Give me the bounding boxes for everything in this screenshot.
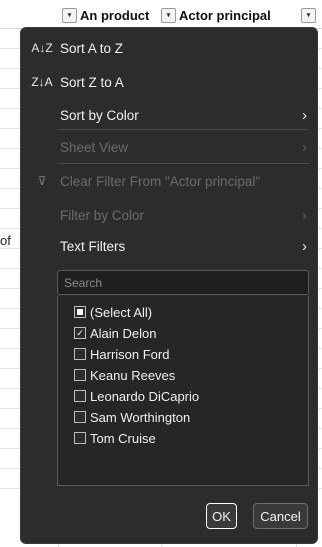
list-item[interactable]: Tom Cruise: [74, 428, 156, 448]
search-input[interactable]: Search: [57, 270, 309, 295]
list-item-label: Alain Delon: [90, 325, 157, 341]
menu-item-label: Filter by Color: [60, 207, 145, 223]
list-item[interactable]: ✓ Alain Delon: [74, 323, 157, 343]
filter-dropdown-icon[interactable]: ▾: [161, 7, 176, 23]
chevron-right-icon: ›: [302, 206, 307, 224]
list-item[interactable]: Keanu Reeves: [74, 365, 175, 385]
text-filters-item[interactable]: Text Filters ›: [21, 229, 317, 263]
checkbox-icon[interactable]: [74, 390, 86, 402]
list-item[interactable]: Sam Worthington: [74, 407, 190, 427]
list-item-label: Sam Worthington: [90, 409, 191, 425]
menu-item-label: Sheet View: [60, 139, 129, 155]
list-item-label: Tom Cruise: [90, 430, 156, 446]
list-item-label: Leonardo DiCaprio: [90, 388, 200, 404]
filter-dropdown-active-icon[interactable]: ▾: [301, 7, 316, 23]
column-header-next[interactable]: ▾: [301, 6, 319, 24]
select-all-item[interactable]: (Select All): [74, 302, 152, 322]
sort-az-icon: A↓Z: [31, 41, 53, 55]
clear-filter-item: ⊽ Clear Filter From "Actor principal": [21, 164, 317, 198]
sort-by-color-item[interactable]: Sort by Color ›: [21, 98, 317, 132]
column-header-label: Actor principal: [179, 7, 271, 23]
chevron-right-icon: ›: [302, 138, 307, 156]
checked-checkbox-icon[interactable]: ✓: [74, 327, 86, 339]
column-header-label: An product: [80, 7, 150, 23]
column-header-actor[interactable]: ▾ Actor principal: [161, 6, 271, 24]
ok-button[interactable]: OK: [206, 503, 237, 529]
column-header-product[interactable]: ▾ An product: [62, 6, 149, 24]
filter-dropdown-icon[interactable]: ▾: [62, 7, 77, 23]
chevron-right-icon: ›: [302, 106, 307, 124]
filter-by-color-item: Filter by Color ›: [21, 198, 317, 232]
checkbox-icon[interactable]: [74, 411, 86, 423]
menu-item-label: Sort by Color: [60, 107, 139, 123]
list-item-label: (Select All): [90, 304, 153, 320]
sort-za-icon: Z↓A: [31, 75, 53, 89]
sort-a-to-z-item[interactable]: A↓Z Sort A to Z: [21, 31, 317, 65]
column-header-row: ▾ An product ▾ Actor principal ▾: [0, 0, 322, 29]
checkbox-icon[interactable]: [74, 369, 86, 381]
partial-checkbox-icon[interactable]: [74, 306, 86, 318]
list-item-label: Harrison Ford: [90, 346, 170, 362]
menu-item-label: Sort A to Z: [60, 40, 124, 56]
chevron-right-icon: ›: [302, 237, 307, 255]
checkbox-icon[interactable]: [74, 432, 86, 444]
list-item[interactable]: Leonardo DiCaprio: [74, 386, 199, 406]
sort-z-to-a-item[interactable]: Z↓A Sort Z to A: [21, 65, 317, 99]
menu-item-label: Text Filters: [60, 238, 126, 254]
sheet-view-item: Sheet View ›: [21, 130, 317, 164]
checkbox-icon[interactable]: [74, 348, 86, 360]
menu-item-label: Sort Z to A: [60, 74, 124, 90]
menu-item-label: Clear Filter From "Actor principal": [60, 173, 261, 189]
partial-cell-text: of: [0, 233, 11, 248]
cancel-button[interactable]: Cancel: [253, 503, 308, 529]
list-item-label: Keanu Reeves: [90, 367, 176, 383]
list-item[interactable]: Harrison Ford: [74, 344, 169, 364]
filter-values-list[interactable]: (Select All) ✓ Alain Delon Harrison Ford…: [57, 296, 309, 486]
autofilter-menu: A↓Z Sort A to Z Z↓A Sort Z to A Sort by …: [20, 27, 318, 544]
clear-filter-icon: ⊽: [37, 174, 47, 188]
